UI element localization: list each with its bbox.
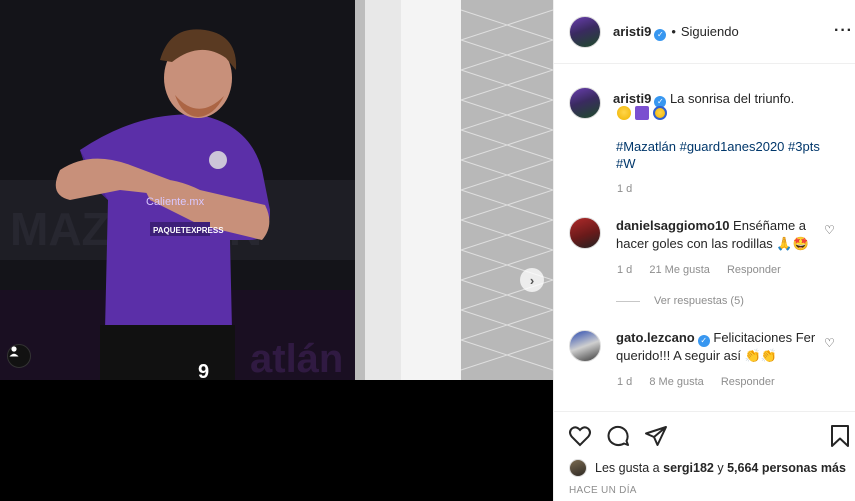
post-photo[interactable]: MAZATLÁN atlán 9: [0, 0, 553, 380]
posted-time[interactable]: HACE UN DÍA: [569, 485, 637, 496]
comment-likes[interactable]: 8 Me gusta: [649, 376, 703, 388]
author-line: aristi9 ✓ • Siguiendo: [613, 24, 739, 41]
comment-meta: 1 d 21 Me gusta Responder: [617, 264, 795, 276]
like-comment-heart-icon[interactable]: ♡: [824, 336, 835, 350]
media-letterbox: [0, 380, 553, 501]
post-actions: Les gusta a sergi182 y 5,664 personas má…: [554, 411, 855, 501]
photo-illustration: MAZATLÁN atlán 9: [0, 0, 553, 380]
likes-middle: y: [717, 461, 724, 475]
jersey-number: 9: [198, 361, 209, 380]
comment-time[interactable]: 1 d: [617, 264, 632, 276]
likes-summary[interactable]: Les gusta a sergi182 y 5,664 personas má…: [569, 459, 846, 477]
comment-time[interactable]: 1 d: [617, 376, 632, 388]
share-icon[interactable]: [644, 424, 668, 448]
comment-username[interactable]: gato.lezcano: [616, 330, 695, 345]
post-sidebar: aristi9 ✓ • Siguiendo ··· aristi9 ✓ La sonri…: [553, 0, 855, 501]
comment-avatar[interactable]: [569, 330, 601, 362]
caption-hashtags[interactable]: #Mazatlán #guard1anes2020 #3pts #W: [616, 138, 836, 172]
reply-button[interactable]: Responder: [721, 376, 775, 388]
follow-status-button[interactable]: Siguiendo: [681, 24, 739, 39]
likes-user[interactable]: sergi182: [663, 461, 714, 475]
person-icon: [9, 346, 19, 357]
comment-username[interactable]: danielsaggiomo10: [616, 218, 729, 233]
post-header: aristi9 ✓ • Siguiendo ···: [554, 0, 855, 64]
ball-emoji-icon: [653, 106, 667, 120]
heart-icon[interactable]: [568, 424, 592, 448]
comment-icon[interactable]: [606, 424, 630, 448]
reply-button[interactable]: Responder: [727, 264, 781, 276]
replies-divider: [616, 300, 640, 302]
caption-time[interactable]: 1 d: [617, 183, 632, 195]
follow-separator: •: [671, 24, 676, 39]
next-photo-button[interactable]: ›: [520, 268, 544, 292]
caption-author-username[interactable]: aristi9: [613, 91, 651, 106]
comment-avatar[interactable]: [569, 217, 601, 249]
media-panel: MAZATLÁN atlán 9: [0, 0, 553, 501]
tagged-users-button[interactable]: [7, 344, 31, 368]
likes-count[interactable]: 5,664 personas más: [727, 461, 846, 475]
comment-meta: 1 d 8 Me gusta Responder: [617, 376, 789, 388]
bookmark-icon[interactable]: [828, 424, 852, 448]
jersey-sponsor-line: PAQUETEXPRESS: [153, 226, 224, 235]
instagram-post-view: MAZATLÁN atlán 9: [0, 0, 855, 501]
verified-badge-icon: ✓: [654, 29, 667, 41]
grinning-face-emoji-icon: [617, 106, 631, 120]
jersey-sponsor-top: Caliente.mx: [146, 196, 205, 208]
caption-author-avatar[interactable]: [569, 87, 601, 119]
more-options-icon[interactable]: ···: [834, 22, 853, 40]
author-avatar[interactable]: [569, 16, 601, 48]
svg-text:atlán: atlán: [250, 337, 343, 380]
comment-item: danielsaggiomo10 Enséñame a hacer goles …: [616, 217, 831, 253]
likes-prefix: Les gusta a: [595, 461, 660, 475]
comment-likes[interactable]: 21 Me gusta: [649, 264, 710, 276]
purple-square-emoji-icon: [635, 106, 649, 120]
comment-item: gato.lezcano ✓ Felicitaciones Fer querido…: [616, 329, 831, 365]
caption-text: La sonrisa del triunfo.: [669, 91, 795, 106]
view-replies-button[interactable]: Ver respuestas (5): [616, 295, 744, 307]
liker-avatar: [569, 459, 587, 477]
verified-badge-icon: ✓: [697, 335, 710, 347]
view-replies-label: Ver respuestas (5): [654, 295, 744, 307]
like-comment-heart-icon[interactable]: ♡: [824, 223, 835, 237]
author-username[interactable]: aristi9: [613, 24, 651, 39]
caption-emojis: [617, 106, 667, 120]
chevron-right-icon: ›: [529, 272, 535, 288]
